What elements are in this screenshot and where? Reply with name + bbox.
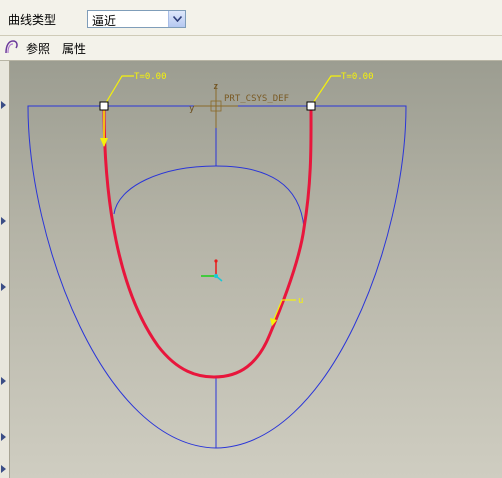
- curve-type-dropdown[interactable]: 逼近: [87, 10, 186, 28]
- chevron-down-icon[interactable]: [168, 11, 185, 27]
- direction-annotation: u: [270, 296, 303, 326]
- approximated-curve[interactable]: [102, 105, 313, 379]
- view-triad-icon: [201, 259, 223, 282]
- collapsed-side-panel[interactable]: [0, 61, 10, 478]
- tab-reference[interactable]: 参照: [26, 40, 50, 57]
- end-point-handle[interactable]: [306, 101, 316, 111]
- curve-type-label: 曲线类型: [8, 13, 57, 27]
- expand-arrow-icon[interactable]: [1, 377, 6, 385]
- model-scene: z y PRT_CSYS_DEF T=0.00 T=0.00 u: [27, 72, 407, 449]
- z-axis-label: z: [213, 82, 218, 92]
- y-axis-label: y: [189, 104, 195, 114]
- graphics-viewport[interactable]: z y PRT_CSYS_DEF T=0.00 T=0.00 u: [10, 61, 502, 478]
- curve-type-value: 逼近: [92, 14, 117, 28]
- start-parameter-annotation: T=0.00: [100, 72, 167, 147]
- reference-icon[interactable]: [4, 39, 20, 55]
- start-point-handle[interactable]: [99, 101, 109, 111]
- panel-tabs: 参照 属性: [0, 36, 502, 61]
- expand-arrow-icon[interactable]: [1, 283, 6, 291]
- expand-arrow-icon[interactable]: [1, 433, 6, 441]
- curve-type-toolbar: 曲线类型 逼近: [0, 0, 502, 36]
- expand-arrow-icon[interactable]: [1, 465, 6, 473]
- inner-profile: [113, 165, 305, 229]
- expand-arrow-icon[interactable]: [1, 217, 6, 225]
- csys-label: PRT_CSYS_DEF: [224, 94, 289, 104]
- tab-properties[interactable]: 属性: [62, 40, 86, 57]
- start-parameter-label: T=0.00: [134, 72, 167, 82]
- direction-label: u: [298, 296, 303, 306]
- end-parameter-annotation: T=0.00: [310, 72, 374, 107]
- csys-marker: z y PRT_CSYS_DEF: [189, 82, 289, 128]
- end-parameter-label: T=0.00: [341, 72, 374, 82]
- expand-arrow-icon[interactable]: [1, 101, 6, 109]
